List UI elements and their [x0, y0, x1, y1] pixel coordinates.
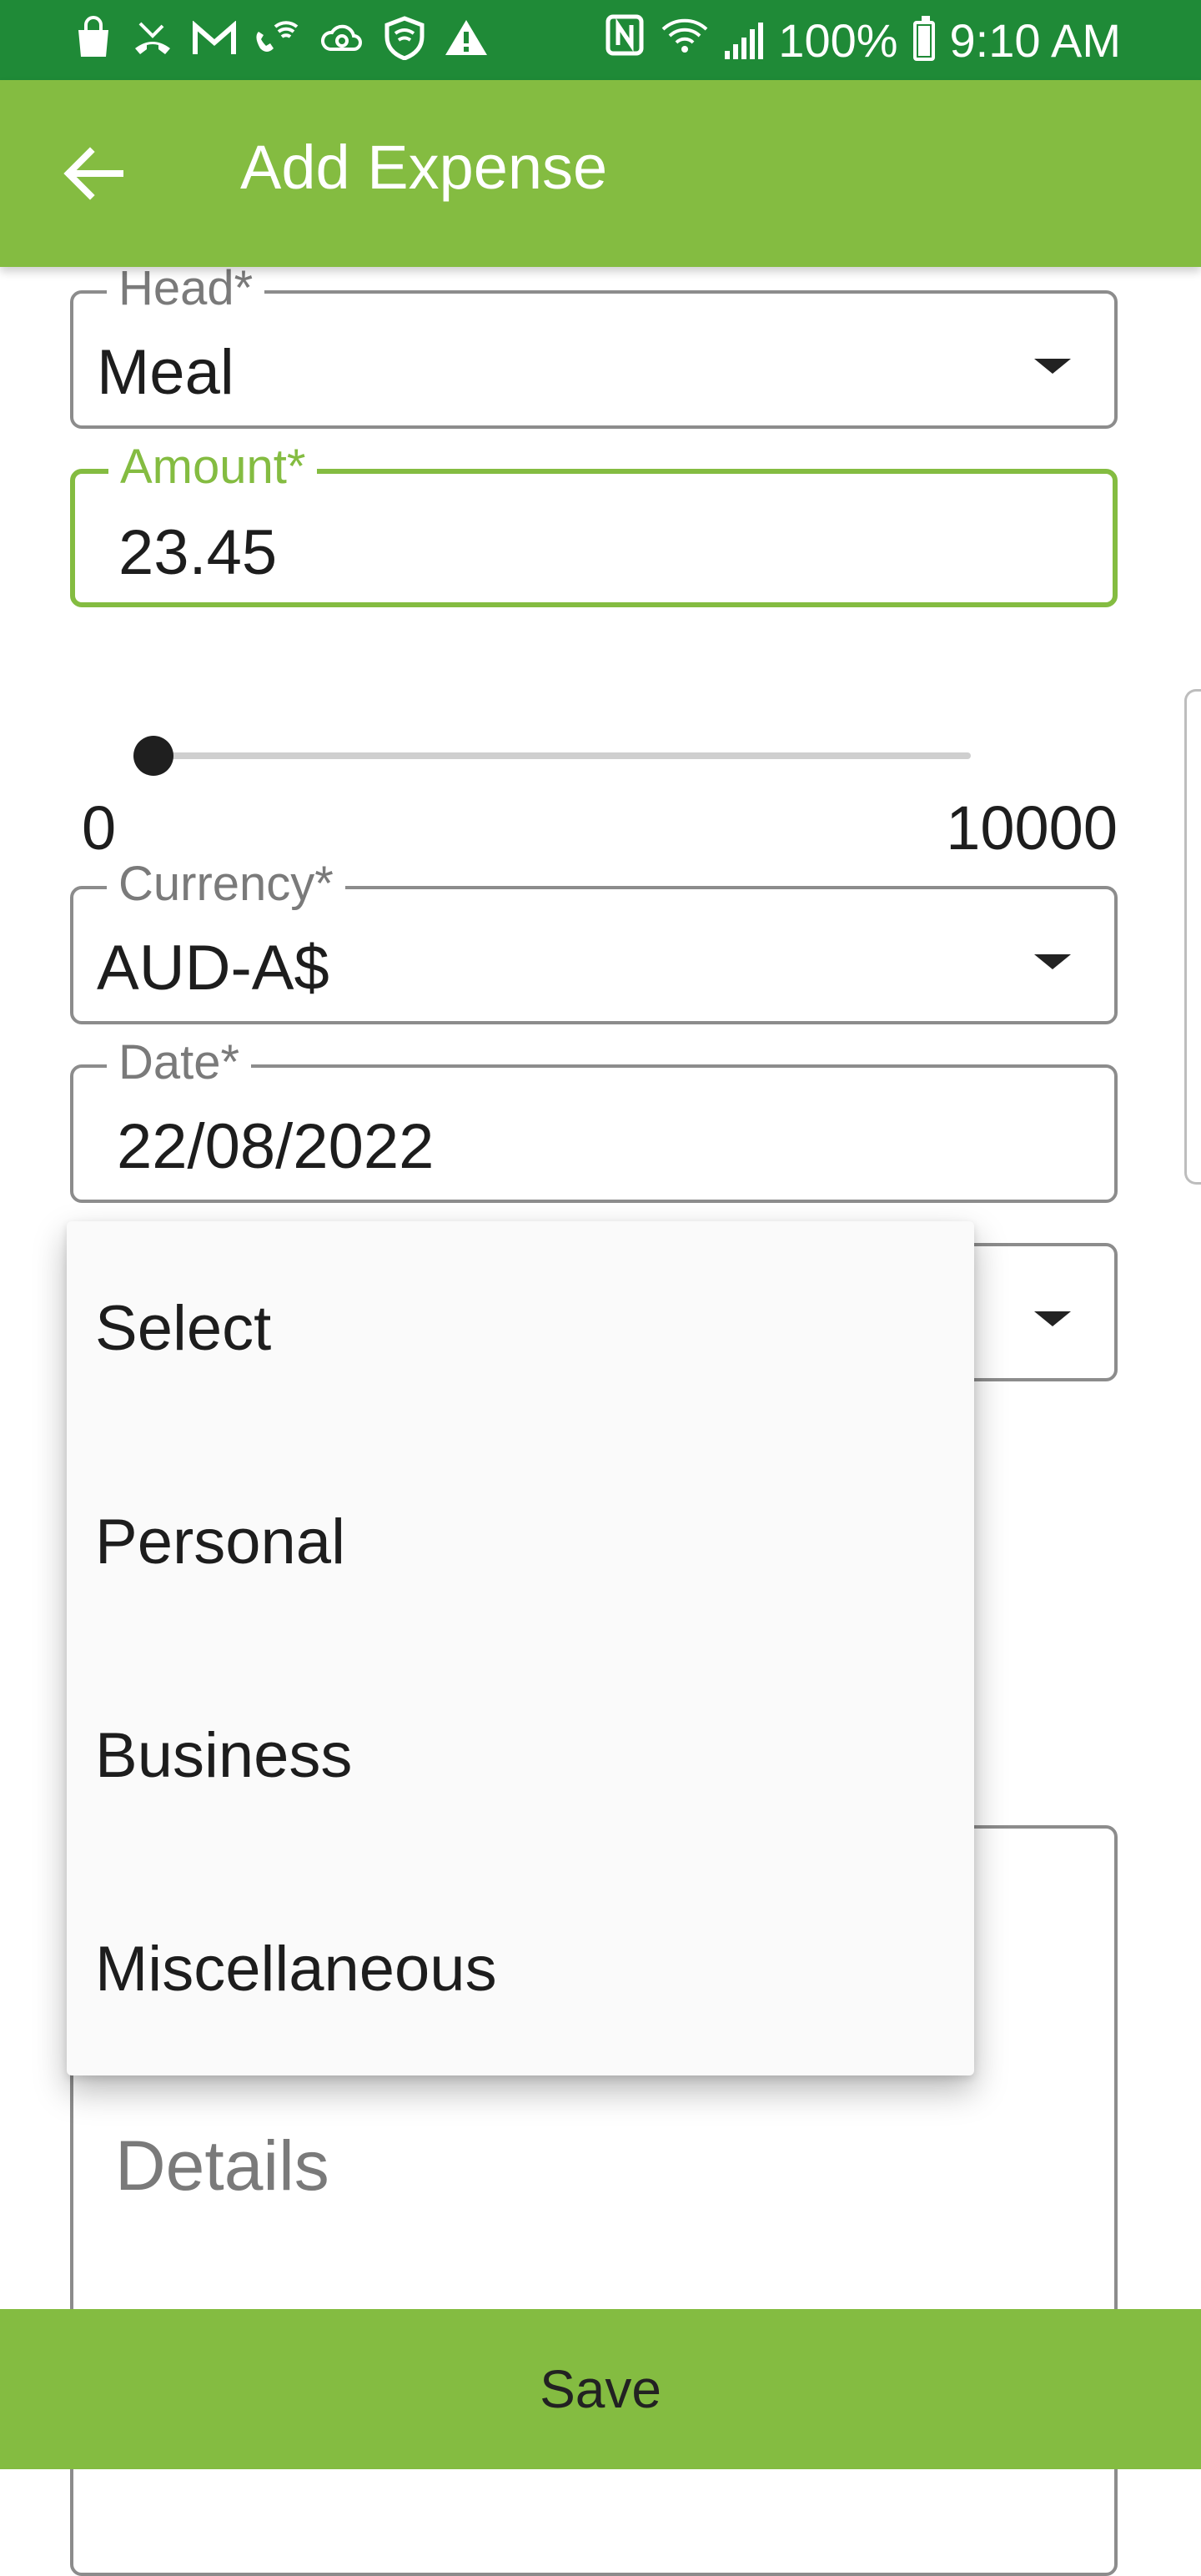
dropdown-option-business[interactable]: Business — [95, 1648, 946, 1862]
amount-label: Amount* — [108, 440, 318, 494]
chevron-down-icon — [1034, 954, 1071, 969]
cell-signal-icon — [725, 22, 764, 59]
battery-icon — [912, 15, 935, 61]
app-bar: Add Expense — [0, 80, 1201, 267]
head-select[interactable]: Head* Meal — [70, 262, 1118, 429]
save-label: Save — [540, 2359, 661, 2419]
chevron-down-icon — [1034, 359, 1071, 374]
missed-call-icon — [132, 17, 173, 69]
shopping-bag-icon — [73, 15, 113, 71]
warning-icon — [444, 17, 489, 69]
currency-label: Currency* — [107, 858, 345, 911]
date-field[interactable]: Date* 22/08/2022 — [70, 1036, 1118, 1203]
gmail-icon — [192, 18, 237, 68]
clock: 9:10 AM — [949, 13, 1121, 67]
wifi-icon — [660, 14, 710, 67]
chevron-down-icon — [1034, 1311, 1071, 1326]
shield-icon — [384, 15, 425, 71]
amount-slider-track[interactable] — [153, 752, 971, 759]
dropdown-option-select[interactable]: Select — [95, 1221, 946, 1435]
side-panel-handle[interactable] — [1184, 689, 1201, 1185]
currency-select[interactable]: Currency* AUD-A$ — [70, 858, 1118, 1024]
battery-percent: 100% — [778, 13, 898, 67]
save-button[interactable]: Save — [0, 2309, 1201, 2469]
amount-input[interactable]: Amount* 23.45 — [70, 440, 1118, 607]
dropdown-option-miscellaneous[interactable]: Miscellaneous — [95, 1862, 946, 2075]
arrow-back-icon — [63, 147, 123, 200]
currency-value: AUD-A$ — [97, 933, 329, 1004]
cloud-sync-icon — [319, 18, 365, 68]
status-bar: 100% 9:10 AM — [0, 0, 1201, 80]
amount-value: 23.45 — [118, 517, 278, 588]
page-title: Add Expense — [240, 133, 608, 202]
details-placeholder: Details — [115, 2126, 329, 2205]
system-indicators: 100% 9:10 AM — [605, 13, 1121, 68]
nfc-icon — [605, 13, 645, 68]
dropdown-option-personal[interactable]: Personal — [95, 1435, 946, 1648]
head-value: Meal — [97, 337, 234, 408]
notification-icons — [73, 15, 489, 71]
slider-min-label: 0 — [82, 793, 117, 863]
amount-slider-thumb[interactable] — [133, 736, 173, 776]
type-dropdown-menu: Select Personal Business Miscellaneous — [67, 1221, 974, 2075]
wifi-call-icon — [255, 15, 300, 71]
slider-max-label: 10000 — [946, 793, 1118, 863]
back-button[interactable] — [57, 137, 130, 210]
head-label: Head* — [107, 262, 265, 315]
date-value: 22/08/2022 — [117, 1111, 435, 1182]
date-label: Date* — [107, 1036, 252, 1089]
